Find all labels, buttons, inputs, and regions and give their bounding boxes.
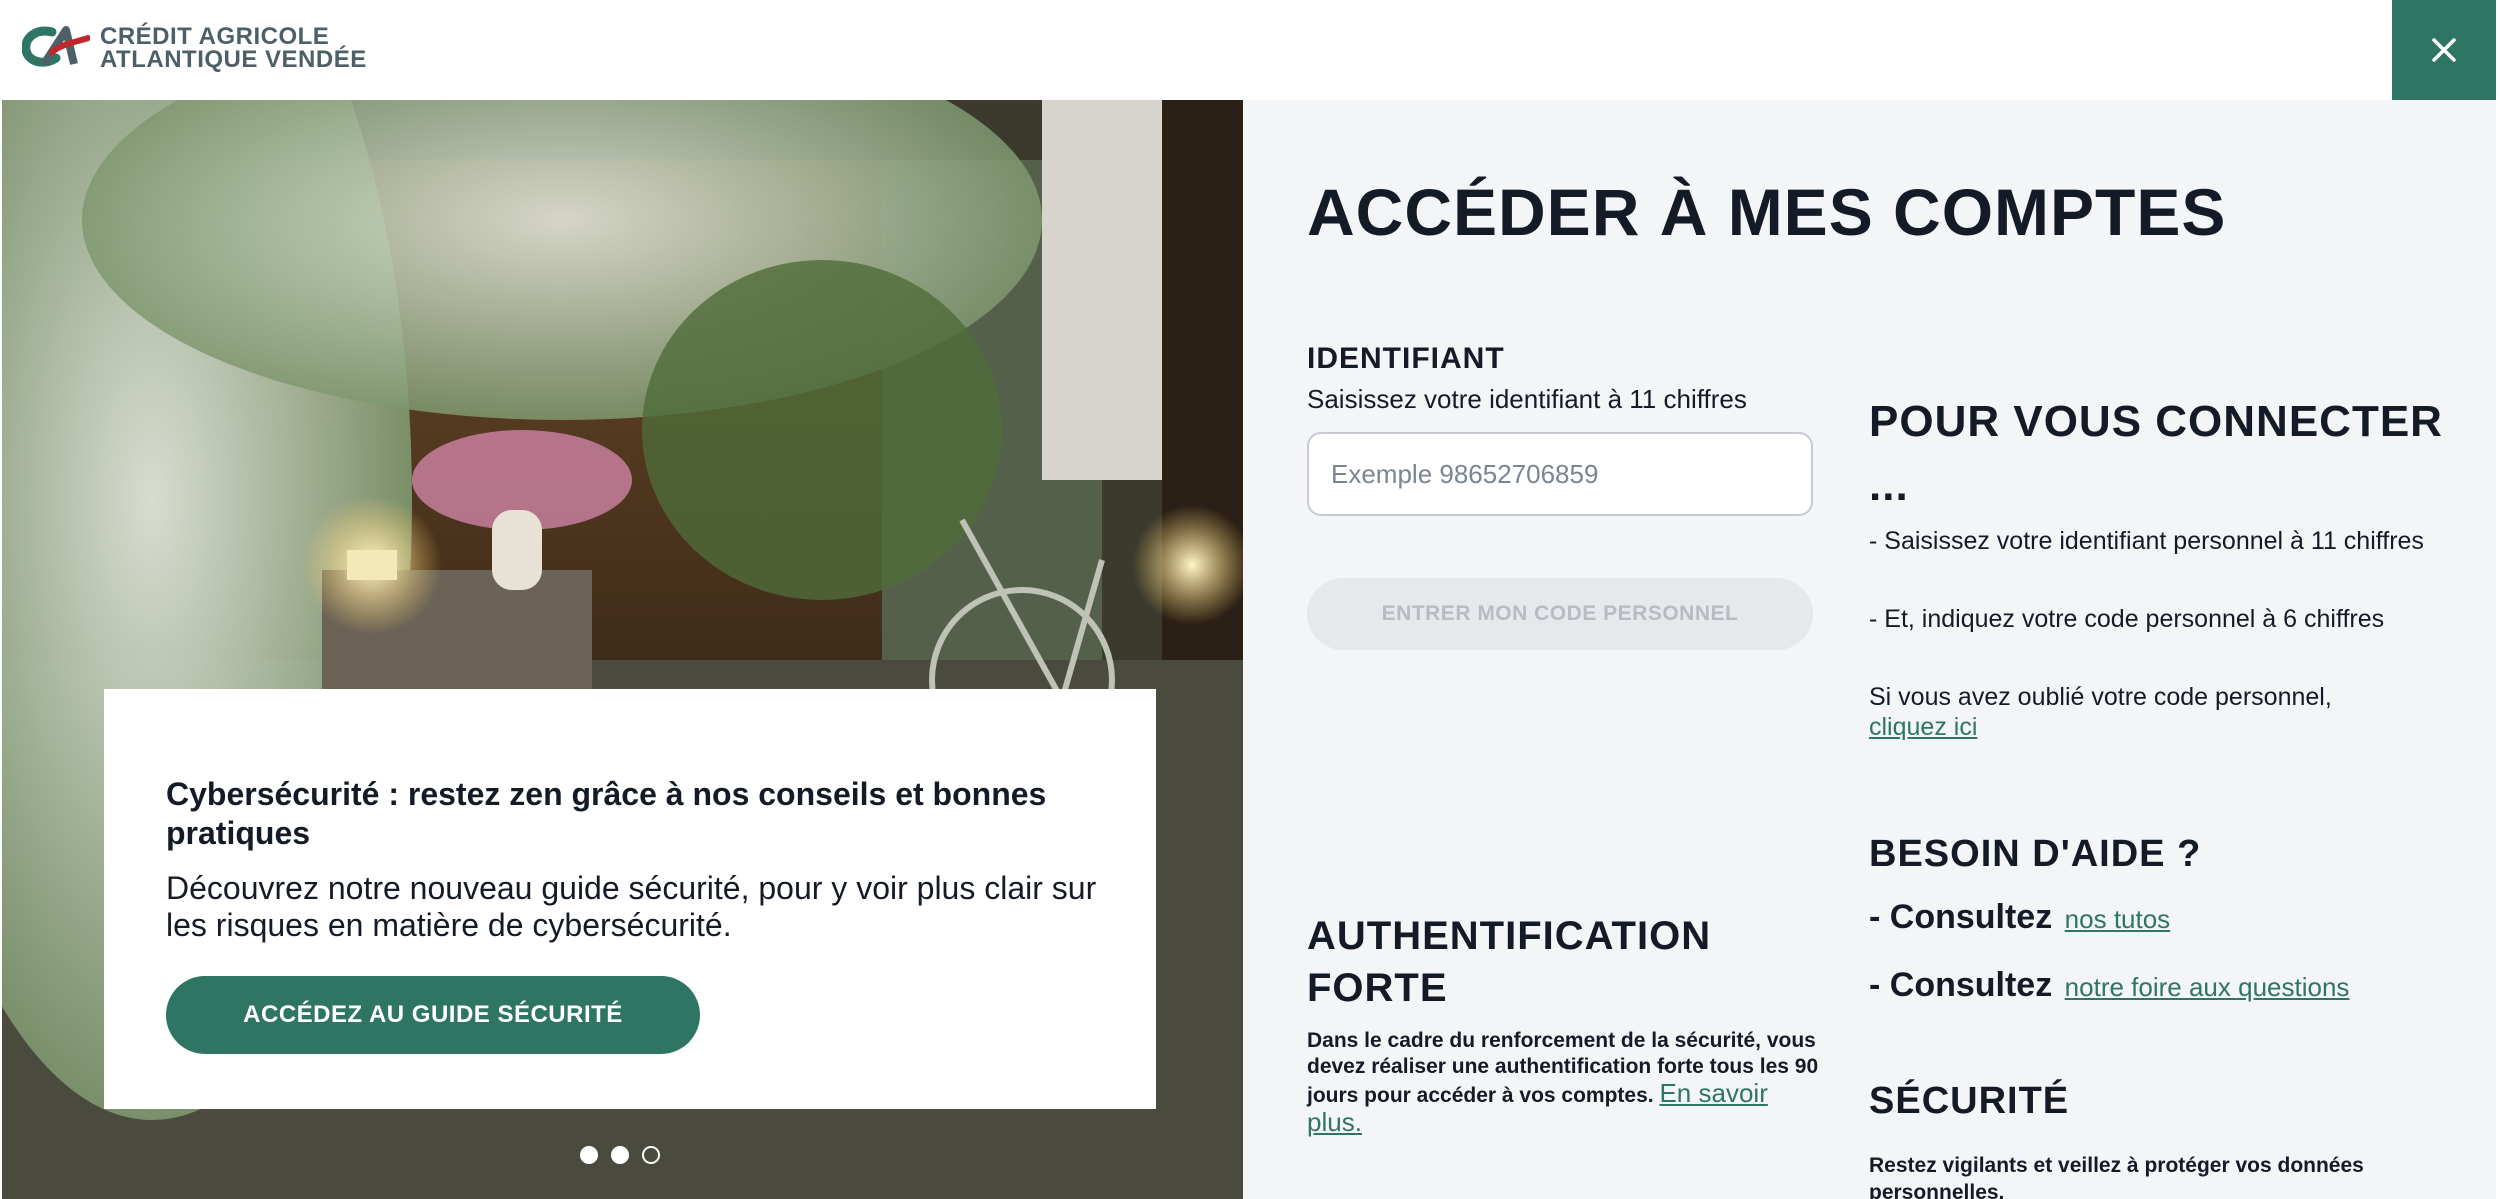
brand-name: CRÉDIT AGRICOLE ATLANTIQUE VENDÉE	[100, 23, 367, 73]
identifier-help-text: Saisissez votre identifiant à 11 chiffre…	[1307, 384, 1747, 414]
promo-title: Cybersécurité : restez zen grâce à nos c…	[166, 776, 1047, 851]
connect-step-2: - Et, indiquez votre code personnel à 6 …	[1869, 605, 2385, 633]
security-guide-button[interactable]: ACCÉDEZ AU GUIDE SÉCURITÉ	[166, 976, 700, 1054]
help-row-prefix: - Consultez	[1869, 966, 2053, 1004]
enter-code-button[interactable]: ENTRER MON CODE PERSONNEL	[1307, 578, 1813, 650]
carousel-dot-1[interactable]	[580, 1146, 598, 1164]
tutorials-link[interactable]: nos tutos	[2065, 904, 2171, 934]
credit-agricole-logo-icon	[21, 24, 91, 72]
header: CRÉDIT AGRICOLE ATLANTIQUE VENDÉE	[0, 0, 2500, 100]
brand-logo[interactable]: CRÉDIT AGRICOLE ATLANTIQUE VENDÉE	[21, 23, 367, 73]
forgot-code-label: Si vous avez oublié votre code personnel…	[1869, 683, 2332, 711]
brand-line-1: CRÉDIT AGRICOLE	[100, 23, 330, 50]
hero-banner: Cybersécurité : restez zen grâce à nos c…	[2, 100, 1243, 1199]
carousel-dot-2[interactable]	[611, 1146, 629, 1164]
promo-description: Découvrez notre nouveau guide sécurité, …	[166, 870, 1097, 943]
close-button[interactable]	[2392, 0, 2496, 100]
carousel-indicator	[580, 1146, 660, 1164]
faq-link[interactable]: notre foire aux questions	[2065, 972, 2350, 1002]
promo-card: Cybersécurité : restez zen grâce à nos c…	[104, 689, 1156, 1109]
brand-line-2: ATLANTIQUE VENDÉE	[100, 46, 367, 73]
help-row-faq: - Consultez notre foire aux questions	[1869, 966, 2349, 1005]
security-text: Restez vigilants et veillez à protéger v…	[1869, 1154, 2364, 1199]
close-icon	[2432, 38, 2456, 62]
carousel-dot-3[interactable]	[642, 1146, 660, 1164]
login-panel: ACCÉDER À MES COMPTES IDENTIFIANT Saisis…	[1243, 100, 2496, 1199]
identifier-label: IDENTIFIANT	[1307, 342, 1505, 375]
need-help-title: BESOIN D'AIDE ?	[1869, 833, 2202, 875]
forgot-code-text: Si vous avez oublié votre code personnel…	[1869, 682, 2429, 742]
identifier-input[interactable]	[1307, 432, 1813, 516]
strong-auth-title: AUTHENTIFICATION FORTE	[1307, 914, 1712, 1010]
help-row-prefix: - Consultez	[1869, 898, 2053, 936]
page-title: ACCÉDER À MES COMPTES	[1307, 175, 2227, 249]
security-title: SÉCURITÉ	[1869, 1080, 2070, 1122]
forgot-code-link[interactable]: cliquez ici	[1869, 713, 1977, 741]
connect-step-1: - Saisissez votre identifiant personnel …	[1869, 527, 2424, 555]
strong-auth-text: Dans le cadre du renforcement de la sécu…	[1307, 1028, 1827, 1138]
connect-help-title: POUR VOUS CONNECTER ...	[1869, 397, 2443, 510]
help-row-tutorials: - Consultez nos tutos	[1869, 898, 2170, 937]
